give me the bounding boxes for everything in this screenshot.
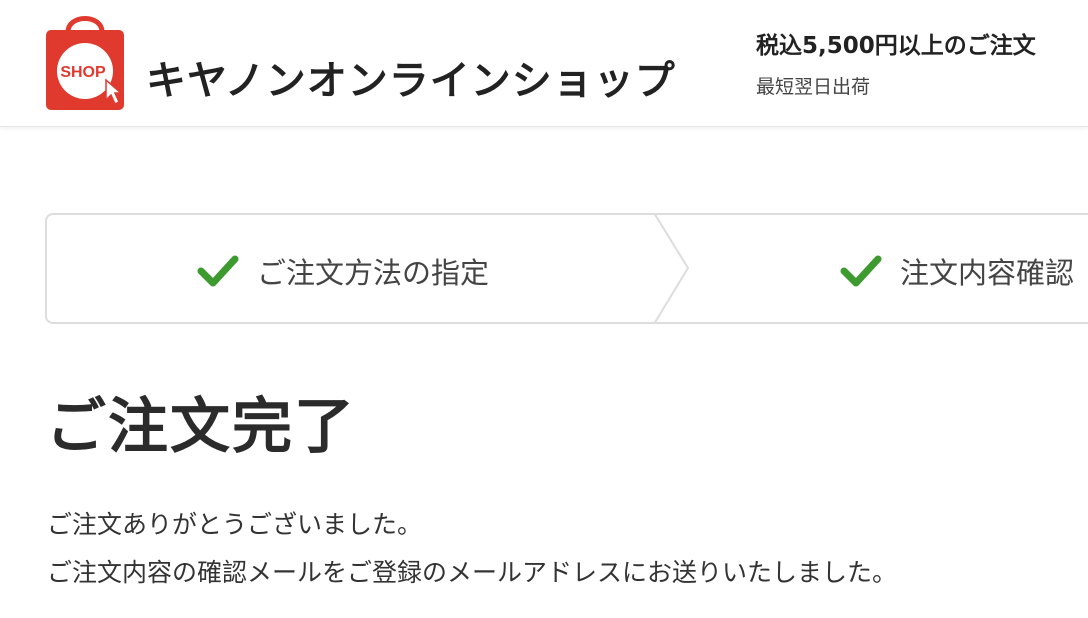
page-title: ご注文完了 <box>46 392 356 462</box>
checkmark-icon <box>840 255 882 287</box>
site-header: SHOP キヤノンオンラインショップ 税込5,500円以上のご注文 最短翌日出荷 <box>0 0 1088 127</box>
logo-badge-text: SHOP <box>60 64 106 81</box>
shipping-promo: 税込5,500円以上のご注文 最短翌日出荷 <box>756 26 1036 99</box>
shopping-bag-logo-icon: SHOP <box>46 16 124 110</box>
step-order-method: ご注文方法の指定 <box>197 250 489 292</box>
shop-name: キヤノンオンラインショップ <box>146 58 676 104</box>
thank-you-message: ご注文ありがとうございました。 <box>47 510 423 539</box>
step-label: ご注文方法の指定 <box>257 256 490 290</box>
checkout-progress: ご注文方法の指定 注文内容確認 <box>45 213 1088 324</box>
checkmark-icon <box>197 255 239 287</box>
promo-main-text: 税込5,500円以上のご注文 <box>756 33 1036 59</box>
step-separator-arrow-icon <box>653 213 690 324</box>
confirmation-email-message: ご注文内容の確認メールをご登録のメールアドレスにお送りいたしました。 <box>47 558 898 587</box>
step-label: 注文内容確認 <box>900 256 1075 290</box>
promo-sub-text: 最短翌日出荷 <box>756 76 871 98</box>
step-order-confirm: 注文内容確認 <box>840 250 1074 292</box>
shop-logo-link[interactable]: SHOP キヤノンオンラインショップ <box>44 8 675 112</box>
